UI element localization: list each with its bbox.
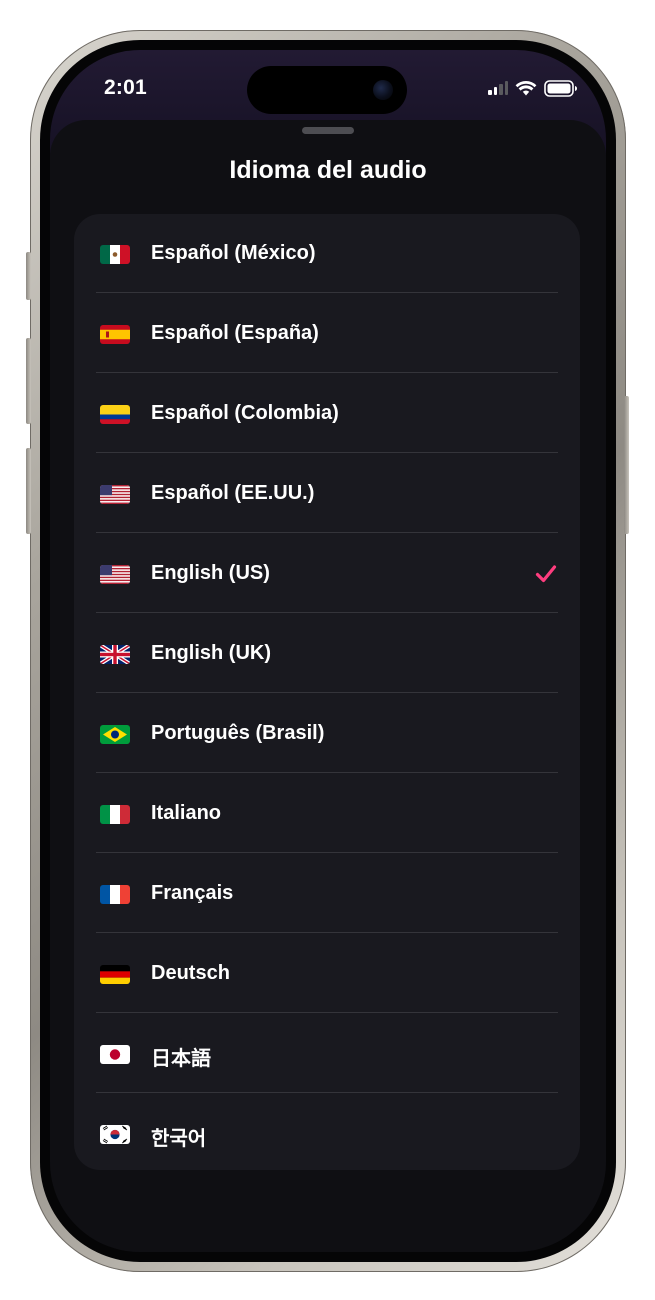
audio-language-sheet: Idioma del audio Español (México) Españo… <box>50 120 606 1252</box>
language-option-de[interactable]: Deutsch <box>74 934 580 1013</box>
divider <box>96 852 558 853</box>
language-label: Deutsch <box>151 962 230 984</box>
checkmark-icon <box>535 565 557 583</box>
status-time: 2:01 <box>104 76 147 99</box>
germany-flag-icon <box>100 965 130 984</box>
divider <box>96 1012 558 1013</box>
divider <box>96 692 558 693</box>
language-option-es-mx[interactable]: Español (México) <box>74 214 580 293</box>
language-option-en-us[interactable]: English (US) <box>74 534 580 613</box>
divider <box>96 452 558 453</box>
language-option-ko[interactable]: 한국어 <box>74 1094 580 1170</box>
south-korea-flag-icon <box>100 1125 130 1144</box>
language-label: English (US) <box>151 562 270 584</box>
language-label: Español (Colombia) <box>151 402 339 424</box>
screen: 2:01 Idioma del audio Español (México) E… <box>50 50 606 1252</box>
language-label: 한국어 <box>151 1128 207 1150</box>
colombia-flag-icon <box>100 405 130 424</box>
language-label: Español (EE.UU.) <box>151 482 315 504</box>
language-option-es-es[interactable]: Español (España) <box>74 294 580 373</box>
language-list: Español (México) Español (España) Españo… <box>74 214 580 1170</box>
battery-icon <box>544 79 577 97</box>
france-flag-icon <box>100 885 130 904</box>
divider <box>96 612 558 613</box>
language-option-pt-br[interactable]: Português (Brasil) <box>74 694 580 773</box>
sheet-title: Idioma del audio <box>229 156 427 184</box>
language-label: Français <box>151 882 234 904</box>
brazil-flag-icon <box>100 725 130 744</box>
divider <box>96 772 558 773</box>
volume-down-button <box>26 448 31 534</box>
divider <box>96 372 558 373</box>
language-option-it[interactable]: Italiano <box>74 774 580 853</box>
uk-flag-icon <box>100 645 130 664</box>
volume-up-button <box>26 338 31 424</box>
divider <box>96 1092 558 1093</box>
divider <box>96 932 558 933</box>
language-option-es-co[interactable]: Español (Colombia) <box>74 374 580 453</box>
power-button <box>624 396 629 534</box>
usa-flag-icon <box>100 565 130 584</box>
italy-flag-icon <box>100 805 130 824</box>
front-camera-icon <box>373 80 393 100</box>
divider <box>96 532 558 533</box>
usa-flag-icon <box>100 485 130 504</box>
wifi-icon <box>515 81 537 96</box>
language-option-ja[interactable]: 日本語 <box>74 1014 580 1093</box>
status-bar: 2:01 <box>50 50 606 130</box>
language-label: Español (España) <box>151 322 319 344</box>
language-label: English (UK) <box>151 642 271 664</box>
mexico-flag-icon <box>100 245 130 264</box>
japan-flag-icon <box>100 1045 130 1064</box>
spain-flag-icon <box>100 325 130 344</box>
language-option-es-us[interactable]: Español (EE.UU.) <box>74 454 580 533</box>
language-label: Português (Brasil) <box>151 722 325 744</box>
status-icons <box>488 78 578 98</box>
cellular-signal-icon <box>488 81 508 95</box>
language-option-en-uk[interactable]: English (UK) <box>74 614 580 693</box>
language-label: Español (México) <box>151 242 316 264</box>
divider <box>96 292 558 293</box>
language-label: 日本語 <box>151 1048 211 1070</box>
action-button <box>26 252 31 300</box>
sheet-grabber[interactable] <box>302 127 354 134</box>
dynamic-island <box>247 66 407 114</box>
language-option-fr[interactable]: Français <box>74 854 580 933</box>
language-label: Italiano <box>151 802 222 824</box>
